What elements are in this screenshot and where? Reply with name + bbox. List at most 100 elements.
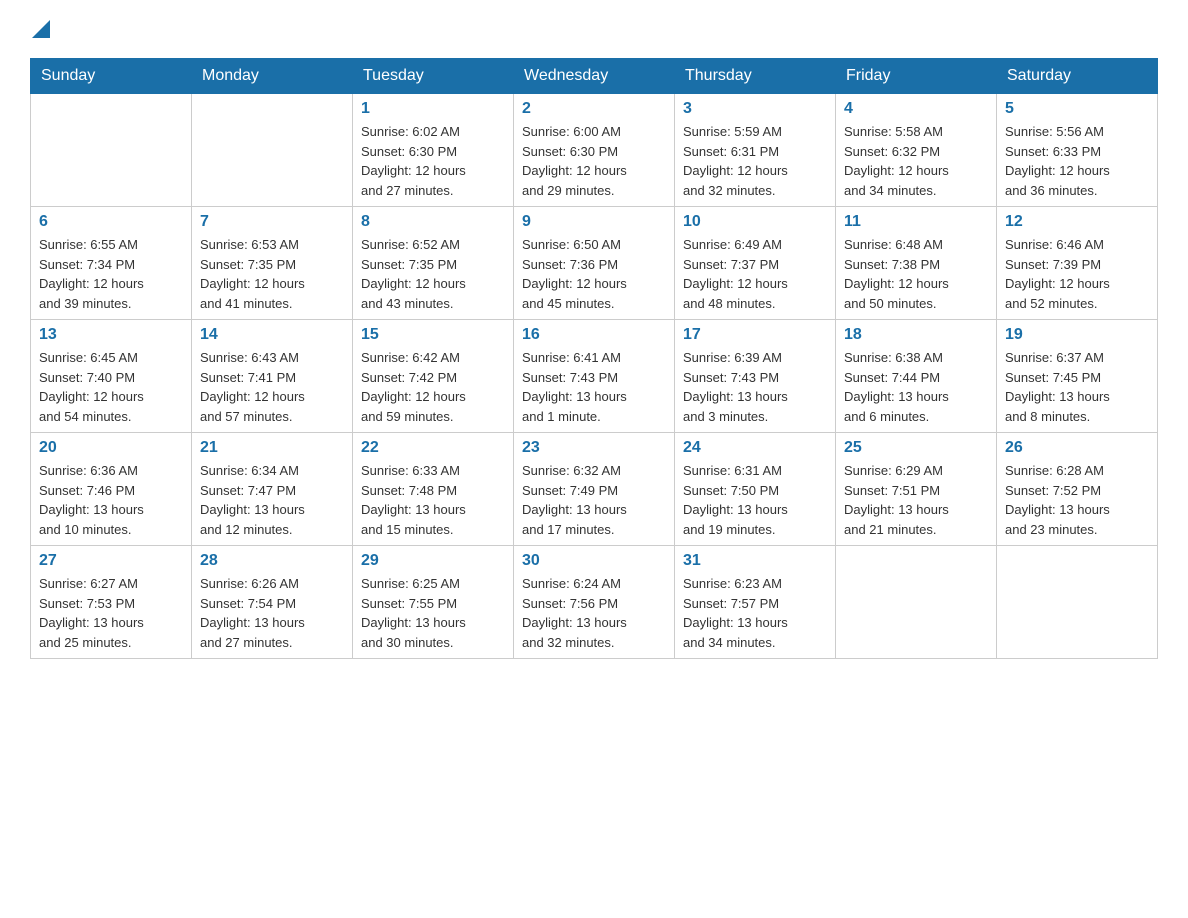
day-info: Sunrise: 6:29 AM Sunset: 7:51 PM Dayligh… (844, 461, 988, 539)
calendar-week-row: 13 Sunrise: 6:45 AM Sunset: 7:40 PM Dayli… (31, 320, 1158, 433)
calendar-cell: 7 Sunrise: 6:53 AM Sunset: 7:35 PM Daylig… (192, 207, 353, 320)
day-number: 4 (844, 100, 988, 118)
day-number: 5 (1005, 100, 1149, 118)
day-number: 31 (683, 552, 827, 570)
day-info: Sunrise: 6:55 AM Sunset: 7:34 PM Dayligh… (39, 235, 183, 313)
calendar-header-saturday: Saturday (997, 59, 1158, 94)
calendar-cell (192, 94, 353, 207)
day-info: Sunrise: 5:56 AM Sunset: 6:33 PM Dayligh… (1005, 122, 1149, 200)
day-number: 25 (844, 439, 988, 457)
calendar-cell: 18 Sunrise: 6:38 AM Sunset: 7:44 PM Dayli… (836, 320, 997, 433)
day-number: 17 (683, 326, 827, 344)
calendar-cell: 19Sunrise: 6:37 AM Sunset: 7:45 PM Dayli… (997, 320, 1158, 433)
day-info: Sunrise: 6:45 AM Sunset: 7:40 PM Dayligh… (39, 348, 183, 426)
day-number: 26 (1005, 439, 1149, 457)
day-info: Sunrise: 6:46 AM Sunset: 7:39 PM Dayligh… (1005, 235, 1149, 313)
calendar-cell: 6 Sunrise: 6:55 AM Sunset: 7:34 PM Daylig… (31, 207, 192, 320)
day-info: Sunrise: 6:27 AM Sunset: 7:53 PM Dayligh… (39, 574, 183, 652)
calendar-cell: 5 Sunrise: 5:56 AM Sunset: 6:33 PM Daylig… (997, 94, 1158, 207)
calendar-cell: 28Sunrise: 6:26 AM Sunset: 7:54 PM Dayli… (192, 546, 353, 659)
calendar-week-row: 1 Sunrise: 6:02 AM Sunset: 6:30 PM Daylig… (31, 94, 1158, 207)
day-number: 29 (361, 552, 505, 570)
day-number: 14 (200, 326, 344, 344)
calendar-cell (31, 94, 192, 207)
calendar-cell: 17 Sunrise: 6:39 AM Sunset: 7:43 PM Dayli… (675, 320, 836, 433)
day-number: 27 (39, 552, 183, 570)
day-number: 3 (683, 100, 827, 118)
day-info: Sunrise: 6:48 AM Sunset: 7:38 PM Dayligh… (844, 235, 988, 313)
calendar-cell: 2 Sunrise: 6:00 AM Sunset: 6:30 PM Daylig… (514, 94, 675, 207)
day-number: 11 (844, 213, 988, 231)
day-number: 1 (361, 100, 505, 118)
calendar-cell: 3Sunrise: 5:59 AM Sunset: 6:31 PM Daylig… (675, 94, 836, 207)
day-number: 23 (522, 439, 666, 457)
calendar-cell: 10 Sunrise: 6:49 AM Sunset: 7:37 PM Dayli… (675, 207, 836, 320)
day-info: Sunrise: 6:36 AM Sunset: 7:46 PM Dayligh… (39, 461, 183, 539)
calendar-cell (836, 546, 997, 659)
calendar-cell: 21 Sunrise: 6:34 AM Sunset: 7:47 PM Dayli… (192, 433, 353, 546)
day-info: Sunrise: 6:02 AM Sunset: 6:30 PM Dayligh… (361, 122, 505, 200)
day-info: Sunrise: 6:25 AM Sunset: 7:55 PM Dayligh… (361, 574, 505, 652)
day-info: Sunrise: 6:42 AM Sunset: 7:42 PM Dayligh… (361, 348, 505, 426)
day-number: 22 (361, 439, 505, 457)
calendar-cell: 27 Sunrise: 6:27 AM Sunset: 7:53 PM Dayli… (31, 546, 192, 659)
calendar-cell: 4 Sunrise: 5:58 AM Sunset: 6:32 PM Daylig… (836, 94, 997, 207)
calendar-cell: 31 Sunrise: 6:23 AM Sunset: 7:57 PM Dayli… (675, 546, 836, 659)
calendar-cell: 9 Sunrise: 6:50 AM Sunset: 7:36 PM Daylig… (514, 207, 675, 320)
calendar-week-row: 20 Sunrise: 6:36 AM Sunset: 7:46 PM Dayli… (31, 433, 1158, 546)
logo (30, 20, 50, 38)
calendar-cell: 11 Sunrise: 6:48 AM Sunset: 7:38 PM Dayli… (836, 207, 997, 320)
day-info: Sunrise: 6:39 AM Sunset: 7:43 PM Dayligh… (683, 348, 827, 426)
day-number: 20 (39, 439, 183, 457)
day-number: 2 (522, 100, 666, 118)
day-number: 10 (683, 213, 827, 231)
calendar-header-row: SundayMondayTuesdayWednesdayThursdayFrid… (31, 59, 1158, 94)
calendar-week-row: 27 Sunrise: 6:27 AM Sunset: 7:53 PM Dayli… (31, 546, 1158, 659)
day-info: Sunrise: 6:28 AM Sunset: 7:52 PM Dayligh… (1005, 461, 1149, 539)
calendar-week-row: 6 Sunrise: 6:55 AM Sunset: 7:34 PM Daylig… (31, 207, 1158, 320)
calendar-cell: 25 Sunrise: 6:29 AM Sunset: 7:51 PM Dayli… (836, 433, 997, 546)
day-number: 13 (39, 326, 183, 344)
calendar-header-tuesday: Tuesday (353, 59, 514, 94)
day-info: Sunrise: 6:38 AM Sunset: 7:44 PM Dayligh… (844, 348, 988, 426)
day-number: 19 (1005, 326, 1149, 344)
calendar-header-thursday: Thursday (675, 59, 836, 94)
day-number: 18 (844, 326, 988, 344)
day-info: Sunrise: 6:31 AM Sunset: 7:50 PM Dayligh… (683, 461, 827, 539)
day-info: Sunrise: 6:24 AM Sunset: 7:56 PM Dayligh… (522, 574, 666, 652)
calendar-cell: 12 Sunrise: 6:46 AM Sunset: 7:39 PM Dayli… (997, 207, 1158, 320)
day-info: Sunrise: 6:34 AM Sunset: 7:47 PM Dayligh… (200, 461, 344, 539)
calendar-cell: 22Sunrise: 6:33 AM Sunset: 7:48 PM Dayli… (353, 433, 514, 546)
calendar-cell: 29 Sunrise: 6:25 AM Sunset: 7:55 PM Dayli… (353, 546, 514, 659)
day-number: 9 (522, 213, 666, 231)
day-info: Sunrise: 6:52 AM Sunset: 7:35 PM Dayligh… (361, 235, 505, 313)
day-info: Sunrise: 6:43 AM Sunset: 7:41 PM Dayligh… (200, 348, 344, 426)
calendar-header-wednesday: Wednesday (514, 59, 675, 94)
day-number: 6 (39, 213, 183, 231)
day-info: Sunrise: 6:50 AM Sunset: 7:36 PM Dayligh… (522, 235, 666, 313)
calendar-cell: 16Sunrise: 6:41 AM Sunset: 7:43 PM Dayli… (514, 320, 675, 433)
page-header (30, 20, 1158, 38)
day-number: 21 (200, 439, 344, 457)
day-info: Sunrise: 6:26 AM Sunset: 7:54 PM Dayligh… (200, 574, 344, 652)
day-info: Sunrise: 6:41 AM Sunset: 7:43 PM Dayligh… (522, 348, 666, 426)
calendar-cell: 26 Sunrise: 6:28 AM Sunset: 7:52 PM Dayli… (997, 433, 1158, 546)
day-info: Sunrise: 6:49 AM Sunset: 7:37 PM Dayligh… (683, 235, 827, 313)
calendar-cell: 14 Sunrise: 6:43 AM Sunset: 7:41 PM Dayli… (192, 320, 353, 433)
calendar-cell: 24 Sunrise: 6:31 AM Sunset: 7:50 PM Dayli… (675, 433, 836, 546)
day-number: 8 (361, 213, 505, 231)
calendar-cell: 13 Sunrise: 6:45 AM Sunset: 7:40 PM Dayli… (31, 320, 192, 433)
logo-triangle-icon (32, 20, 50, 38)
day-number: 30 (522, 552, 666, 570)
calendar-cell: 1 Sunrise: 6:02 AM Sunset: 6:30 PM Daylig… (353, 94, 514, 207)
calendar-header-friday: Friday (836, 59, 997, 94)
day-info: Sunrise: 6:53 AM Sunset: 7:35 PM Dayligh… (200, 235, 344, 313)
day-number: 24 (683, 439, 827, 457)
day-info: Sunrise: 5:58 AM Sunset: 6:32 PM Dayligh… (844, 122, 988, 200)
day-info: Sunrise: 6:00 AM Sunset: 6:30 PM Dayligh… (522, 122, 666, 200)
day-number: 12 (1005, 213, 1149, 231)
day-number: 7 (200, 213, 344, 231)
calendar-cell: 23Sunrise: 6:32 AM Sunset: 7:49 PM Dayli… (514, 433, 675, 546)
day-info: Sunrise: 6:23 AM Sunset: 7:57 PM Dayligh… (683, 574, 827, 652)
calendar-cell (997, 546, 1158, 659)
